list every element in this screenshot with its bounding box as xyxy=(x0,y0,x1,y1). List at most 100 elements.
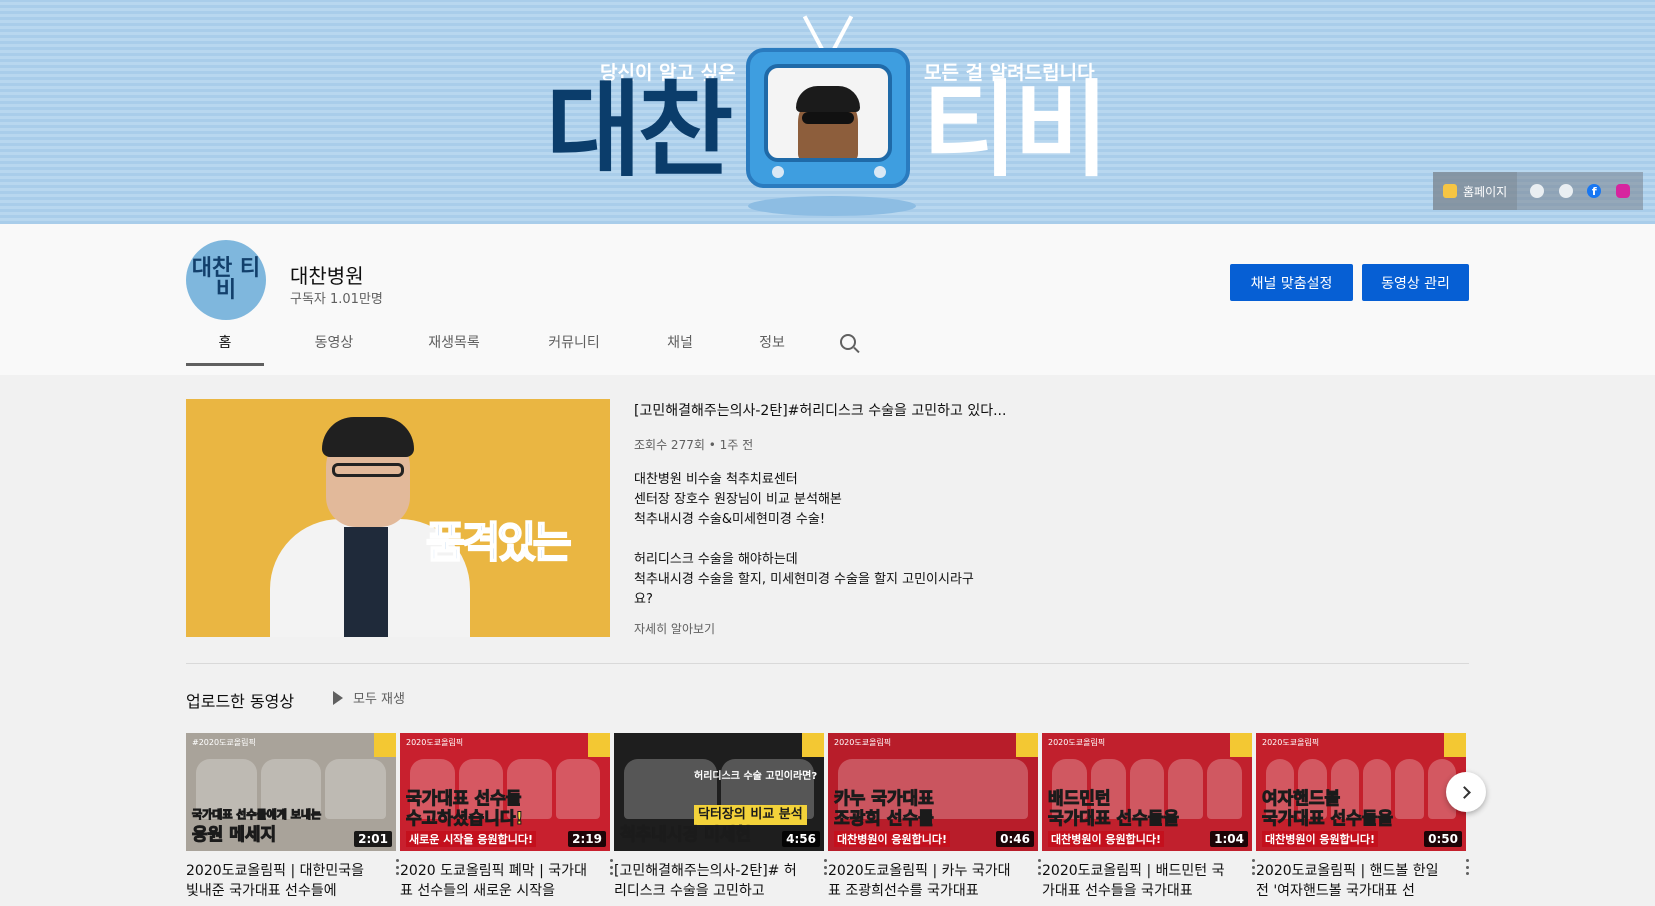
uploads-section-title[interactable]: 업로드한 동영상 xyxy=(186,688,294,712)
channel-corner-badge xyxy=(1230,733,1252,757)
video-title[interactable]: 2020도쿄올림픽 | 배드민턴 국가대표 선수들을 국가대표 xyxy=(1042,861,1232,901)
video-title[interactable]: 2020도쿄올림픽 | 핸드볼 한일전 '여자핸드볼 국가대표 선 xyxy=(1256,861,1446,901)
dot xyxy=(610,865,613,869)
thumbnail-tag: 2020도쿄올림픽 xyxy=(406,738,464,747)
featured-video-title[interactable]: [고민해결해주는의사-2탄]#허리디스크 수술을 고민하고 있다... xyxy=(634,400,1034,420)
tab-community[interactable]: 커뮤니티 xyxy=(524,318,624,366)
description-line: 요? xyxy=(634,592,653,607)
video-thumbnail[interactable]: #2020도쿄올림픽 국가대표 선수들에게 보내는응원 메세지 2:01 xyxy=(186,733,396,851)
channel-header: 대찬 티비 대찬병원 구독자 1.01만명 채널 맞춤설정 동영상 관리 홈 동… xyxy=(0,224,1655,375)
description-line: 허리디스크 수술을 해야하는데 xyxy=(634,552,798,567)
thumbnail-caption: 국가대표 선수들에게 보내는응원 메세지 xyxy=(191,805,322,846)
thumbnail-caption: 배드민턴 국가대표 선수들을 xyxy=(1047,789,1179,830)
play-all-button[interactable]: 모두 재생 xyxy=(333,688,405,707)
dot xyxy=(396,872,399,875)
facebook-icon[interactable]: f xyxy=(1587,184,1602,198)
video-thumbnail[interactable]: 2020도쿄올림픽 국가대표 선수들 수고하셨습니다! 새로운 시작을 응원합니다… xyxy=(400,733,610,851)
video-title[interactable]: 2020 도쿄올림픽 폐막 | 국가대표 선수들의 새로운 시작을 xyxy=(400,861,590,901)
thumbnail-subcaption: 대찬병원이 응원합니다! xyxy=(1262,831,1379,847)
tab-playlists[interactable]: 재생목록 xyxy=(404,318,504,366)
homepage-link[interactable]: 홈페이지 xyxy=(1433,172,1518,210)
doctor-glasses xyxy=(332,463,404,477)
thumbnail-caption: 여자핸드볼 국가대표 선수들을 xyxy=(1261,789,1394,830)
globe-icon[interactable] xyxy=(1558,184,1573,198)
video-thumbnail[interactable]: 허리디스크 수술 고민이라면? 닥터장의 비교 분석 척추내시경 미세현 4:56 xyxy=(614,733,824,851)
youtube-channel-page: 당신이 알고 싶은 모든 걸 알려드립니다 대찬 티비 홈페이지 f 대찬 티비… xyxy=(0,0,1655,906)
dot xyxy=(1466,859,1469,862)
video-card[interactable]: 2020도쿄올림픽 배드민턴 국가대표 선수들을 대찬병원이 응원합니다! 1:0… xyxy=(1042,733,1255,901)
more-options-icon[interactable] xyxy=(1466,859,1470,875)
featured-video-thumbnail[interactable]: 품격있는 xyxy=(186,399,610,637)
tab-videos[interactable]: 동영상 xyxy=(284,318,384,366)
figure xyxy=(555,759,600,819)
dot xyxy=(1038,859,1041,862)
thumbnail-caption: 닥터장의 비교 분석 척추내시경 미세현 xyxy=(619,805,807,846)
video-duration: 0:50 xyxy=(1424,831,1462,847)
tab-home[interactable]: 홈 xyxy=(186,318,264,366)
dot xyxy=(1252,872,1255,875)
video-card[interactable]: 2020도쿄올림픽 카누 국가대표 조광희 선수를 대찬병원이 응원합니다! 0:… xyxy=(828,733,1041,901)
description-line: 척추내시경 수술을 할지, 미세현미경 수술을 할지 고민이시라구 xyxy=(634,572,974,587)
channel-avatar[interactable]: 대찬 티비 xyxy=(186,240,266,320)
thumbnail-subcaption: 대찬병원이 응원합니다! xyxy=(834,831,951,847)
video-duration: 4:56 xyxy=(782,831,820,847)
dot xyxy=(396,859,399,862)
featured-video-meta: 조회수 277회 • 1주 전 xyxy=(634,438,754,452)
shelf-next-button[interactable] xyxy=(1446,772,1486,812)
description-line: 대찬병원 비수술 척추치료센터 xyxy=(634,472,798,487)
tv-knobs xyxy=(772,166,886,178)
video-card[interactable]: 허리디스크 수술 고민이라면? 닥터장의 비교 분석 척추내시경 미세현 4:56… xyxy=(614,733,827,901)
channel-corner-badge xyxy=(588,733,610,757)
tab-search[interactable] xyxy=(828,318,868,366)
thumbnail-caption-line2: 조광희 선수를 xyxy=(834,809,935,830)
channel-tabs: 홈 동영상 재생목록 커뮤니티 채널 정보 xyxy=(186,318,868,366)
dot xyxy=(610,859,613,862)
thumbnail-subcaption: 새로운 시작을 응원합니다! xyxy=(406,831,536,847)
dot xyxy=(1252,859,1255,862)
video-thumbnail[interactable]: 2020도쿄올림픽 배드민턴 국가대표 선수들을 대찬병원이 응원합니다! 1:0… xyxy=(1042,733,1252,851)
video-card[interactable]: #2020도쿄올림픽 국가대표 선수들에게 보내는응원 메세지 2:01 202… xyxy=(186,733,399,901)
video-card[interactable]: 2020도쿄올림픽 여자핸드볼 국가대표 선수들을 대찬병원이 응원합니다! 0:… xyxy=(1256,733,1469,901)
globe-icon[interactable] xyxy=(1530,184,1545,198)
figure xyxy=(1207,759,1242,819)
read-more-link[interactable]: 자세히 알아보기 xyxy=(634,620,715,637)
tab-about[interactable]: 정보 xyxy=(736,318,808,366)
dot xyxy=(610,872,613,875)
dot xyxy=(1466,872,1469,875)
video-duration: 2:01 xyxy=(354,831,392,847)
description-gap xyxy=(634,530,1034,550)
play-icon xyxy=(333,690,343,705)
channel-banner: 당신이 알고 싶은 모든 걸 알려드립니다 대찬 티비 홈페이지 f xyxy=(0,0,1655,224)
dot xyxy=(1038,872,1041,875)
customize-channel-button[interactable]: 채널 맞춤설정 xyxy=(1230,264,1353,301)
video-card[interactable]: 2020도쿄올림픽 국가대표 선수들 수고하셨습니다! 새로운 시작을 응원합니다… xyxy=(400,733,613,901)
search-icon xyxy=(840,334,856,350)
video-thumbnail[interactable]: 2020도쿄올림픽 카누 국가대표 조광희 선수를 대찬병원이 응원합니다! 0:… xyxy=(828,733,1038,851)
doctor-hair xyxy=(322,417,414,457)
chevron-right-icon xyxy=(1457,785,1471,799)
banner-title-left: 대찬 xyxy=(546,69,733,191)
thumbnail-caption-line1: 닥터장의 비교 분석 xyxy=(694,805,807,825)
manage-videos-button[interactable]: 동영상 관리 xyxy=(1362,264,1469,301)
thumbnail-caption-line2: 응원 메세지 xyxy=(191,825,277,846)
dot xyxy=(824,865,827,869)
thumbnail-tag: #2020도쿄올림픽 xyxy=(192,738,256,747)
thumbnail-caption-line2: 척추내시경 미세현 xyxy=(619,825,752,846)
video-duration: 2:19 xyxy=(568,831,606,847)
video-title[interactable]: [고민해결해주는의사-2탄]# 허리디스크 수술을 고민하고 xyxy=(614,861,804,901)
video-title[interactable]: 2020도쿄올림픽 | 카누 국가대표 조광희선수를 국가대표 xyxy=(828,861,1018,901)
section-divider xyxy=(186,663,1469,664)
doctor-shirt xyxy=(344,527,388,637)
description-line: 센터장 장호수 원장님이 비교 분석해본 xyxy=(634,492,842,507)
instagram-icon[interactable] xyxy=(1615,184,1630,198)
dot xyxy=(1038,865,1041,869)
video-title[interactable]: 2020도쿄올림픽 | 대한민국을 빛내준 국가대표 선수들에 xyxy=(186,861,376,901)
video-duration: 1:04 xyxy=(1210,831,1248,847)
thumbnail-caption-line1: 배드민턴 xyxy=(1047,789,1111,810)
thumbnail-caption-line1: 국가대표 선수들에게 보내는 xyxy=(191,808,322,822)
video-thumbnail[interactable]: 2020도쿄올림픽 여자핸드볼 국가대표 선수들을 대찬병원이 응원합니다! 0:… xyxy=(1256,733,1466,851)
tv-shadow xyxy=(748,196,916,216)
thumbnail-caption-line2: 수고하셨습니다! xyxy=(405,809,524,830)
thumbnail-caption-line2: 국가대표 선수들을 xyxy=(1261,809,1394,830)
tab-channels[interactable]: 채널 xyxy=(644,318,716,366)
